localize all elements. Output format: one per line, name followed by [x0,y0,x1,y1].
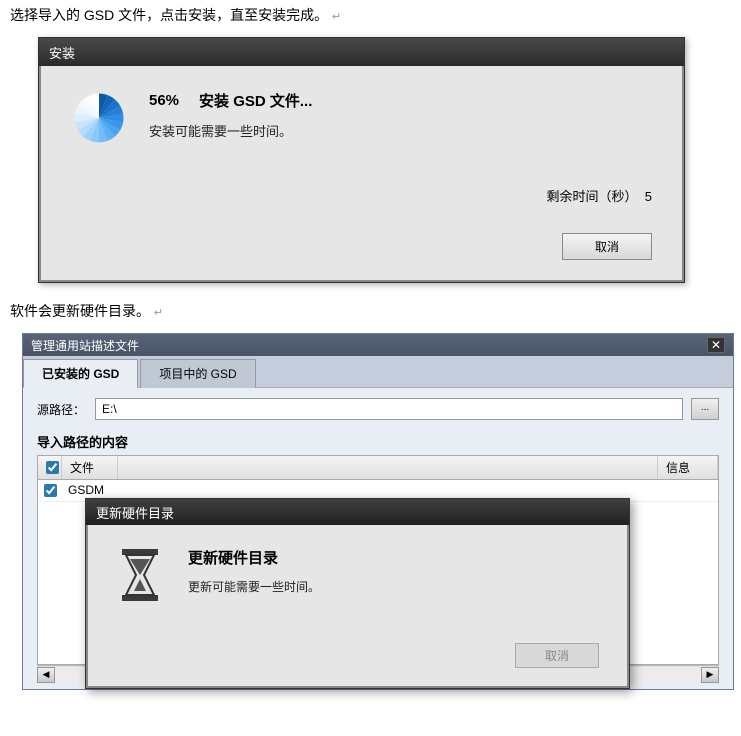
update-titlebar: 更新硬件目录 [86,499,629,525]
cancel-button-disabled: 取消 [515,643,599,668]
close-button[interactable]: ✕ [707,337,725,353]
row-checkbox[interactable] [44,484,57,497]
col-info[interactable]: 信息 [658,456,718,479]
update-subtext: 更新可能需要一些时间。 [188,578,599,595]
progress-spinner-icon [71,90,127,146]
instruction-text-2: 软件会更新硬件目录。 ↵ [10,301,731,321]
return-mark-icon: ↵ [154,307,163,319]
update-heading: 更新硬件目录 [188,547,599,568]
remaining-time: 剩余时间（秒） 5 [71,186,652,205]
install-titlebar: 安装 [39,38,684,66]
col-check[interactable] [38,456,62,479]
install-dialog: 安装 [38,37,685,283]
col-spacer [118,456,658,479]
source-path-label: 源路径： [37,401,87,418]
tab-installed-gsd[interactable]: 已安装的 GSD [23,359,138,388]
instruction-text-1: 选择导入的 GSD 文件，点击安装，直至安装完成。 ↵ [10,5,731,25]
install-title: 安装 [49,43,75,62]
install-subtext: 安装可能需要一些时间。 [149,121,652,140]
col-file[interactable]: 文件 [62,456,118,479]
scroll-left-button[interactable]: ◀ [37,667,55,683]
tab-project-gsd[interactable]: 项目中的 GSD [140,359,255,388]
install-body: 56% 安装 GSD 文件... 安装可能需要一些时间。 剩余时间（秒） 5 取… [39,66,684,282]
tab-bar: 已安装的 GSD 项目中的 GSD [23,356,733,388]
update-title: 更新硬件目录 [96,506,174,521]
gsd-content: 源路径： ... 导入路径的内容 文件 信息 GSDM ◀ [23,388,733,689]
source-path-input[interactable] [95,398,683,420]
import-section-label: 导入路径的内容 [37,432,719,451]
cancel-button[interactable]: 取消 [562,233,652,260]
check-all[interactable] [46,461,59,474]
gsd-window-title: 管理通用站描述文件 [31,337,139,354]
update-body: 更新硬件目录 更新可能需要一些时间。 取消 [86,525,629,688]
gsd-manager-window: 管理通用站描述文件 ✕ 已安装的 GSD 项目中的 GSD 源路径： ... 导… [22,333,734,690]
gsd-titlebar: 管理通用站描述文件 ✕ [23,334,733,356]
hourglass-icon [116,547,164,603]
browse-button[interactable]: ... [691,398,719,420]
install-heading: 安装 GSD 文件... [199,90,312,111]
scroll-right-button[interactable]: ▶ [701,667,719,683]
table-header: 文件 信息 [38,456,718,480]
install-percent: 56% [149,92,179,109]
update-catalog-dialog: 更新硬件目录 更新硬件目录 更新可能需要一些时间。 [85,498,630,689]
return-mark-icon: ↵ [332,11,341,23]
